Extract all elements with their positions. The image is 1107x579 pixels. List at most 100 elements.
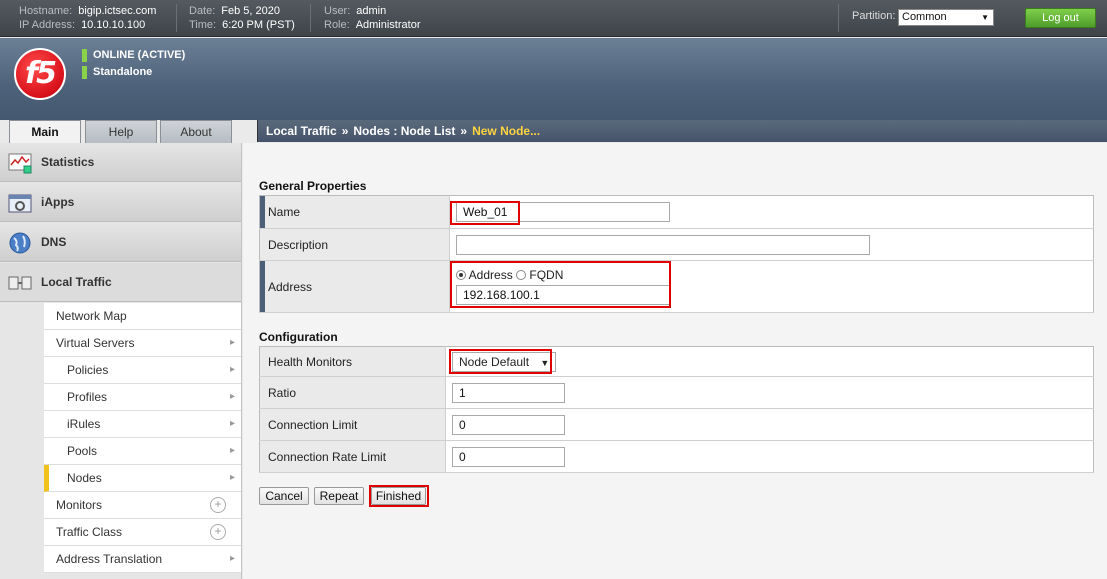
general-properties-table: Name Web_01 Description Address Address …: [259, 195, 1094, 313]
breadcrumb-separator-icon: »: [460, 124, 468, 138]
partition-label: Partition:: [852, 10, 896, 22]
chevron-right-icon: ▸: [229, 418, 235, 429]
row-ratio: Ratio 1: [259, 376, 1094, 409]
hostname-value: bigip.ictsec.com: [78, 5, 157, 17]
description-cell: [449, 228, 1094, 261]
section-title-configuration: Configuration: [259, 330, 338, 344]
device-status-online: ONLINE (ACTIVE): [82, 49, 185, 62]
user-info: User: admin Role: Administrator: [324, 4, 420, 32]
add-circle-icon[interactable]: +: [210, 497, 226, 513]
sidebar-item-virtual-servers[interactable]: Virtual Servers ▸: [44, 330, 241, 357]
health-monitors-label: Health Monitors: [259, 346, 446, 377]
row-health-monitors: Health Monitors Node Default ▼: [259, 346, 1094, 377]
host-info: Hostname: bigip.ictsec.com IP Address: 10.…: [19, 4, 156, 32]
cancel-button[interactable]: Cancel: [259, 487, 309, 505]
breadcrumb-current: New Node...: [472, 124, 541, 138]
connection-rate-limit-label: Connection Rate Limit: [259, 440, 446, 473]
breadcrumb-separator-icon: »: [341, 124, 349, 138]
sidebar-item-label: Traffic Class: [56, 525, 123, 539]
name-cell: Web_01: [449, 195, 1094, 229]
role-label: Role:: [324, 19, 350, 31]
sidebar-item-label: Network Map: [56, 309, 127, 323]
sidebar-item-label: Pools: [67, 444, 98, 458]
connection-limit-label: Connection Limit: [259, 408, 446, 441]
sidebar-item-traffic-class[interactable]: Traffic Class +: [44, 519, 241, 546]
dns-globe-icon: [9, 232, 31, 254]
sidebar-item-profiles[interactable]: Profiles ▸: [44, 384, 241, 411]
sidebar-section-label: iApps: [41, 195, 75, 209]
sidebar-item-policies[interactable]: Policies ▸: [44, 357, 241, 384]
repeat-button[interactable]: Repeat: [314, 487, 364, 505]
sidebar-item-monitors[interactable]: Monitors +: [44, 492, 241, 519]
highlight-name: [450, 201, 520, 225]
breadcrumb-node-list[interactable]: Nodes : Node List: [353, 124, 455, 138]
hostname-label: Hostname:: [19, 5, 73, 17]
chevron-right-icon: ▸: [229, 337, 235, 348]
sidebar-section-statistics[interactable]: Statistics: [0, 143, 241, 182]
sidebar-item-label: Profiles: [67, 390, 108, 404]
sidebar-section-label: Statistics: [41, 155, 95, 169]
sidebar-item-label: Virtual Servers: [56, 336, 135, 350]
connection-rate-limit-cell: 0: [445, 440, 1094, 473]
row-address: Address Address FQDN 192.168.100.1: [259, 260, 1094, 313]
add-circle-icon[interactable]: +: [210, 524, 226, 540]
sidebar-item-network-map[interactable]: Network Map: [44, 303, 241, 330]
statistics-icon: [8, 153, 32, 174]
ip-label: IP Address:: [19, 19, 76, 31]
row-name: Name Web_01: [259, 195, 1094, 229]
device-status-mode: Standalone: [82, 66, 152, 79]
tab-about[interactable]: About: [160, 120, 232, 144]
partition-value: Common: [902, 11, 947, 23]
sidebar-item-nodes[interactable]: Nodes ▸: [44, 465, 241, 492]
datetime-info: Date: Feb 5, 2020 Time: 6:20 PM (PST): [189, 4, 295, 32]
sidebar-section-dns[interactable]: DNS: [0, 223, 241, 262]
connection-limit-input[interactable]: 0: [452, 414, 565, 435]
user-label: User:: [324, 5, 351, 17]
ratio-label: Ratio: [259, 376, 446, 409]
sidebar: Statistics iApps DNS Local Traffic Netwo…: [0, 143, 242, 579]
chevron-right-icon: ▸: [229, 553, 235, 564]
row-connection-limit: Connection Limit 0: [259, 408, 1094, 441]
sidebar-section-iapps[interactable]: iApps: [0, 183, 241, 222]
tab-help[interactable]: Help: [85, 120, 157, 144]
divider: [176, 4, 177, 32]
chevron-right-icon: ▸: [229, 445, 235, 456]
ip-value: 10.10.10.100: [81, 19, 146, 31]
date-label: Date:: [189, 5, 216, 17]
description-input[interactable]: [456, 234, 870, 255]
row-description: Description: [259, 228, 1094, 261]
divider: [838, 4, 839, 32]
connection-limit-cell: 0: [445, 408, 1094, 441]
name-label: Name: [259, 195, 450, 229]
local-traffic-icon: [8, 276, 32, 290]
ratio-input[interactable]: 1: [452, 382, 565, 403]
divider: [310, 4, 311, 32]
tab-main[interactable]: Main: [9, 120, 81, 144]
sidebar-item-irules[interactable]: iRules ▸: [44, 411, 241, 438]
sidebar-section-local-traffic[interactable]: Local Traffic: [0, 263, 241, 302]
user-value: admin: [356, 5, 387, 17]
sidebar-item-label: Nodes: [67, 471, 102, 485]
sidebar-item-label: Address Translation: [56, 552, 163, 566]
address-label: Address: [259, 260, 450, 313]
chevron-right-icon: ▸: [229, 391, 235, 402]
breadcrumb-local-traffic[interactable]: Local Traffic: [266, 124, 337, 138]
sidebar-item-pools[interactable]: Pools ▸: [44, 438, 241, 465]
breadcrumb: Local Traffic » Nodes : Node List » New Node…: [257, 120, 1107, 142]
top-status-bar: Hostname: bigip.ictsec.com IP Address: 10.…: [0, 0, 1107, 37]
main-content: General Properties Name Web_01 Descripti…: [243, 143, 1107, 579]
connection-rate-limit-input[interactable]: 0: [452, 446, 565, 467]
highlight-health-monitors: [449, 349, 552, 374]
configuration-table: Health Monitors Node Default ▼ Ratio 1 C…: [259, 346, 1094, 473]
sidebar-item-label: Monitors: [56, 498, 103, 512]
sidebar-section-label: Local Traffic: [41, 275, 112, 289]
time-value: 6:20 PM (PST): [222, 19, 295, 31]
date-value: Feb 5, 2020: [221, 5, 281, 17]
row-connection-rate-limit: Connection Rate Limit 0: [259, 440, 1094, 473]
chevron-right-icon: ▸: [229, 472, 235, 483]
partition-select[interactable]: Common ▼: [898, 9, 994, 26]
logout-button[interactable]: Log out: [1025, 8, 1096, 28]
dropdown-arrow-icon: ▼: [981, 13, 989, 22]
sidebar-section-label: DNS: [41, 235, 67, 249]
sidebar-item-address-translation[interactable]: Address Translation ▸: [44, 546, 241, 573]
